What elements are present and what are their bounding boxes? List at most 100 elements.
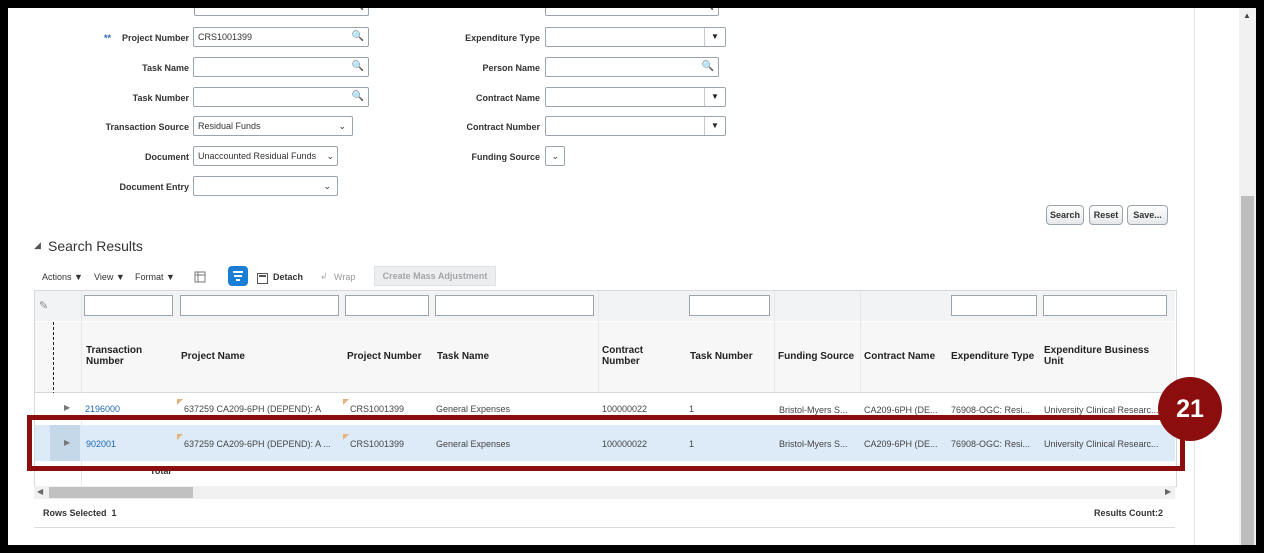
- scroll-right-icon[interactable]: ▶: [1165, 487, 1171, 496]
- expenditure-business-unit-cell: University Clinical Researc...: [1044, 405, 1159, 415]
- filter-task-name[interactable]: [435, 295, 594, 316]
- filter-task-number[interactable]: [689, 295, 770, 316]
- results-count-text: Results Count:2: [1094, 508, 1164, 518]
- project-number-field[interactable]: CRS1001399 🔍: [193, 27, 369, 47]
- document-entry-label: Document Entry: [119, 182, 189, 192]
- col-expenditure-type[interactable]: Expenditure Type: [951, 351, 1034, 362]
- chevron-down-icon[interactable]: ⌄: [551, 147, 559, 165]
- filter-transaction-number[interactable]: [84, 295, 173, 316]
- task-name-field[interactable]: 🔍: [193, 57, 369, 77]
- funding-source-cell: Bristol-Myers S...: [779, 405, 848, 415]
- expenditure-type-label: Expenditure Type: [465, 33, 540, 43]
- contract-number-select[interactable]: ▼: [545, 116, 726, 136]
- save-button[interactable]: Save...: [1127, 205, 1168, 225]
- person-name-field[interactable]: 🔍: [545, 57, 719, 77]
- chevron-down-icon[interactable]: ⌄: [338, 117, 346, 135]
- vertical-scrollbar-thumb[interactable]: [1241, 196, 1254, 545]
- contract-name-cell: CA209-6PH (DE...: [864, 405, 938, 415]
- freeze-icon[interactable]: [194, 270, 206, 283]
- project-number-cell: CRS1001399: [350, 404, 405, 414]
- col-project-name[interactable]: Project Name: [181, 351, 245, 362]
- create-mass-adjustment-button[interactable]: Create Mass Adjustment: [374, 266, 496, 286]
- col-transaction-number[interactable]: Transaction Number: [86, 345, 166, 367]
- detach-button[interactable]: Detach: [273, 272, 303, 282]
- col-contract-name[interactable]: Contract Name: [864, 351, 935, 362]
- search-icon[interactable]: 🔍: [702, 8, 714, 15]
- contract-number-label: Contract Number: [466, 122, 540, 132]
- reset-button[interactable]: Reset: [1089, 205, 1123, 225]
- task-number-label: Task Number: [132, 93, 189, 103]
- wrap-icon: ↲: [320, 271, 328, 281]
- column-divider: [860, 291, 861, 392]
- document-value: Unaccounted Residual Funds: [198, 151, 317, 161]
- view-menu[interactable]: View ▼: [94, 272, 125, 282]
- transaction-source-value: Residual Funds: [198, 121, 261, 131]
- step-callout: 21: [1158, 377, 1222, 441]
- collapse-section-icon[interactable]: ◢: [34, 240, 41, 251]
- task-name-label: Task Name: [142, 63, 189, 73]
- dropdown-arrow-icon: ▼: [115, 272, 125, 282]
- vertical-scrollbar[interactable]: ▲: [1239, 8, 1256, 545]
- col-task-name[interactable]: Task Name: [437, 351, 489, 362]
- filter-expenditure-business-unit[interactable]: [1043, 295, 1167, 316]
- transaction-number-link[interactable]: 2196000: [85, 404, 120, 414]
- transaction-source-label: Transaction Source: [105, 122, 189, 132]
- document-label: Document: [144, 152, 189, 162]
- task-number-cell: 1: [689, 404, 695, 414]
- flag-icon: [343, 399, 349, 405]
- expenditure-type-select[interactable]: ▼: [545, 27, 726, 47]
- wrap-button[interactable]: Wrap: [334, 272, 355, 282]
- task-name-cell: General Expenses: [436, 404, 511, 414]
- expenditure-type-cell: 76908-OGC: Resi...: [951, 405, 1031, 415]
- dropdown-arrow-icon[interactable]: ▼: [704, 28, 725, 46]
- document-entry-select[interactable]: ⌄: [193, 176, 338, 196]
- col-task-number[interactable]: Task Number: [690, 351, 753, 362]
- transaction-source-select[interactable]: Residual Funds ⌄: [193, 116, 353, 136]
- scroll-left-icon[interactable]: ◀: [37, 487, 43, 496]
- format-menu-label: Format: [135, 272, 164, 282]
- row-header-marker: [35, 322, 54, 395]
- search-icon[interactable]: 🔍: [352, 58, 364, 76]
- dropdown-arrow-icon: ▼: [166, 272, 175, 282]
- chevron-down-icon[interactable]: ⌄: [323, 177, 331, 195]
- footer-divider: [34, 527, 1175, 528]
- contract-name-select[interactable]: ▼: [545, 87, 726, 107]
- col-expenditure-business-unit[interactable]: Expenditure Business Unit: [1044, 345, 1160, 367]
- detach-icon: [257, 271, 268, 284]
- view-menu-label: View: [94, 272, 114, 282]
- search-button[interactable]: Search: [1046, 205, 1084, 225]
- col-funding-source[interactable]: Funding Source: [778, 351, 854, 362]
- expand-row-icon[interactable]: ▶: [64, 403, 70, 412]
- document-select[interactable]: Unaccounted Residual Funds ⌄: [193, 146, 338, 166]
- contract-number-cell: 100000022: [602, 404, 648, 414]
- task-number-field[interactable]: 🔍: [193, 87, 369, 107]
- scroll-up-icon[interactable]: ▲: [1243, 11, 1251, 20]
- person-name-label: Person Name: [482, 63, 540, 73]
- project-name-field[interactable]: 🔍: [194, 8, 369, 16]
- dropdown-arrow-icon[interactable]: ▼: [704, 117, 725, 135]
- format-menu[interactable]: Format ▼: [135, 272, 175, 282]
- filter-expenditure-type[interactable]: [951, 295, 1037, 316]
- search-icon[interactable]: 🔍: [352, 8, 364, 15]
- actions-menu[interactable]: Actions ▼: [42, 272, 83, 282]
- search-icon[interactable]: 🔍: [702, 58, 714, 76]
- project-name-cell: 637259 CA209-6PH (DEPEND): A: [184, 404, 322, 414]
- scrollbar-thumb[interactable]: [49, 487, 193, 498]
- chevron-down-icon[interactable]: ⌄: [326, 147, 334, 165]
- query-filter-icon[interactable]: [228, 266, 248, 286]
- funding-source-select[interactable]: ⌄: [545, 146, 565, 166]
- filter-project-name[interactable]: [180, 295, 339, 316]
- funding-source-label: Funding Source: [471, 152, 541, 162]
- contract-name-label: Contract Name: [475, 93, 540, 103]
- dropdown-arrow-icon[interactable]: ▼: [704, 88, 725, 106]
- search-icon[interactable]: 🔍: [352, 88, 364, 106]
- col-contract-number[interactable]: Contract Number: [602, 345, 662, 367]
- search-icon[interactable]: 🔍: [352, 28, 364, 46]
- horizontal-scrollbar[interactable]: ◀ ▶: [34, 486, 1175, 499]
- project-number-value: CRS1001399: [198, 32, 253, 42]
- project-number-label: Project Number: [121, 33, 189, 43]
- col-project-number[interactable]: Project Number: [347, 351, 421, 362]
- rows-selected-text: Rows Selected 1: [43, 508, 117, 518]
- expenditure-organization-field[interactable]: 🔍: [545, 8, 719, 16]
- filter-project-number[interactable]: [345, 295, 429, 316]
